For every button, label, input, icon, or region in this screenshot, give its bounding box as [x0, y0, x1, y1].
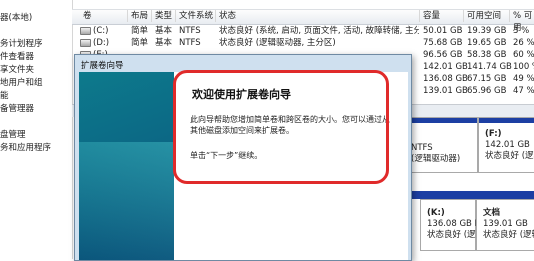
layout-cell: 简单	[131, 38, 149, 48]
free-space-cell: 65.96 GB	[467, 86, 507, 96]
free-space-cell: 19.39 GB	[467, 26, 507, 36]
capacity-cell: 139.01 GB	[423, 86, 468, 96]
free-space-cell: 19.65 GB	[467, 38, 507, 48]
drive-icon	[80, 38, 91, 47]
capacity-cell: 136.08 GB	[423, 74, 468, 84]
volume-status: 状态良好 (逻辑	[485, 151, 534, 161]
percent-free-cell: 47 %	[513, 86, 534, 96]
volume-name: 文档	[483, 208, 501, 218]
col-header-free-space[interactable]: 可用空间	[464, 10, 510, 22]
status-cell: 状态良好 (逻辑驱动器, 主分区)	[219, 38, 336, 48]
console-tree: 器(本地) 务计划程序 件查看器 享文件夹 地用户和组 能 备管理器 盘管理 务…	[0, 0, 73, 259]
percent-free-cell: 49 %	[513, 74, 534, 84]
type-cell: 基本	[155, 26, 173, 36]
volume-cell: (C:)	[80, 25, 108, 37]
percent-free-cell: 3 %	[513, 26, 530, 36]
volume-filesystem: NTFS	[411, 143, 433, 153]
volume-pane-mid[interactable]: NTFS (逻辑驱动器)	[404, 117, 478, 173]
free-space-cell: 67.15 GB	[467, 74, 507, 84]
tree-item-performance[interactable]: 能	[0, 90, 9, 102]
filesystem-cell: NTFS	[179, 38, 201, 48]
disk-partition-strip	[404, 191, 534, 199]
table-row[interactable]: (D:) 简单 基本 NTFS 状态良好 (逻辑驱动器, 主分区) 75.68 …	[72, 37, 534, 49]
free-space-cell: 58.38 GB	[467, 50, 507, 60]
volume-name: (K:)	[427, 208, 445, 218]
free-space-cell: 141.74 GB	[467, 62, 512, 72]
tree-item-local-users[interactable]: 地用户和组	[0, 77, 43, 89]
capacity-cell: 75.68 GB	[423, 38, 463, 48]
highlight-annotation	[173, 70, 389, 184]
tree-item-task-scheduler[interactable]: 务计划程序	[0, 38, 43, 50]
volume-pane-f[interactable]: (F:) 142.01 GB 状态良好 (逻辑	[478, 117, 534, 173]
col-header-capacity[interactable]: 容量	[420, 10, 464, 22]
drive-icon	[80, 26, 91, 35]
volume-pane-documents[interactable]: 文档 139.01 GB 状态良好 (逻辑	[476, 199, 534, 251]
tree-item-device-manager[interactable]: 备管理器	[0, 103, 34, 115]
tree-item-event-viewer[interactable]: 件查看器	[0, 51, 34, 63]
col-header-status[interactable]: 状态	[216, 10, 420, 22]
status-cell: 状态良好 (系统, 启动, 页面文件, 活动, 故障转储, 主分区)	[219, 26, 419, 36]
volume-pane-k[interactable]: (K:) 136.08 GB NTFS 状态良好 (逻辑驱动	[420, 199, 501, 251]
tree-item-computer-management[interactable]: 器(本地)	[0, 12, 32, 24]
capacity-cell: 50.01 GB	[423, 26, 463, 36]
col-header-volume[interactable]: 卷	[80, 10, 128, 22]
volume-color-strip	[405, 118, 477, 123]
tree-item-disk-management[interactable]: 盘管理	[0, 129, 26, 141]
capacity-cell: 96.56 GB	[423, 50, 463, 60]
volume-status: (逻辑驱动器)	[411, 154, 461, 164]
percent-free-cell: 60 %	[513, 50, 534, 60]
percent-free-cell: 100 %	[513, 62, 534, 72]
tree-item-services-apps[interactable]: 务和应用程序	[0, 142, 51, 154]
type-cell: 基本	[155, 38, 173, 48]
layout-cell: 简单	[131, 26, 149, 36]
table-row[interactable]: (C:) 简单 基本 NTFS 状态良好 (系统, 启动, 页面文件, 活动, …	[72, 25, 534, 37]
col-header-filesystem[interactable]: 文件系统	[176, 10, 216, 22]
col-header-percent-free[interactable]: % 可用	[510, 10, 534, 33]
col-header-layout[interactable]: 布局	[128, 10, 152, 22]
percent-free-cell: 26 %	[513, 38, 534, 48]
wizard-banner-image	[79, 72, 174, 260]
filesystem-cell: NTFS	[179, 26, 201, 36]
volume-size: 139.01 GB	[483, 219, 528, 229]
volume-name: (F:)	[485, 129, 502, 139]
dialog-title: 扩展卷向导	[81, 61, 124, 71]
volume-cell: (D:)	[80, 37, 109, 49]
volume-color-strip	[479, 118, 534, 123]
volume-size: 142.01 GB	[485, 140, 530, 150]
col-header-type[interactable]: 类型	[152, 10, 176, 22]
tree-item-shared-folders[interactable]: 享文件夹	[0, 64, 34, 76]
capacity-cell: 142.01 GB	[423, 62, 468, 72]
volume-status: 状态良好 (逻辑	[483, 230, 534, 240]
